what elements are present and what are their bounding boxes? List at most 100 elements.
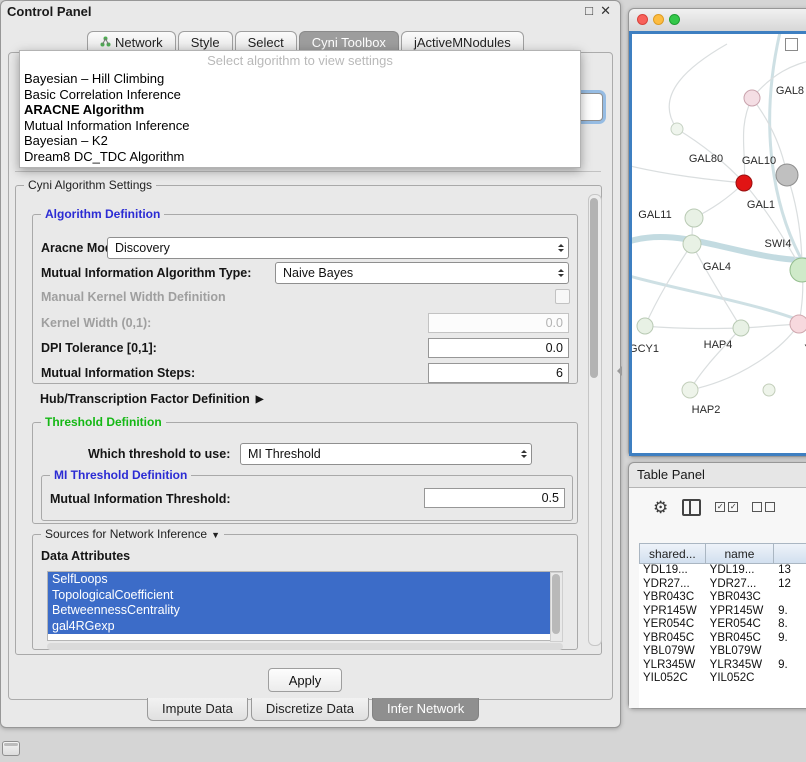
mi-threshold-field[interactable]: 0.5 bbox=[424, 488, 565, 508]
attribute-item[interactable]: gal4RGexp bbox=[48, 619, 553, 635]
collapsed-panel-icon[interactable] bbox=[2, 741, 20, 756]
network-node[interactable] bbox=[733, 320, 749, 336]
which-threshold-label: Which threshold to use: bbox=[88, 447, 230, 461]
aracne-mode-select[interactable]: Discovery bbox=[107, 237, 569, 259]
table-cell[interactable]: 9. bbox=[774, 632, 806, 646]
selected-value: MI Threshold bbox=[248, 447, 321, 461]
column-header-shared-name[interactable]: shared... bbox=[639, 543, 706, 564]
table-row[interactable]: YBL079WYBL079W bbox=[639, 645, 806, 659]
attribute-item[interactable]: TopologicalCoefficient bbox=[48, 588, 553, 604]
network-icon bbox=[100, 35, 111, 50]
algorithm-option[interactable]: Dream8 DC_TDC Algorithm bbox=[20, 149, 580, 165]
control-panel-window: Control Panel □ ✕ Network Style Select C… bbox=[0, 0, 621, 728]
which-threshold-select[interactable]: MI Threshold bbox=[240, 443, 532, 465]
table-cell[interactable]: YBR045C bbox=[706, 632, 774, 646]
scrollbar-thumb[interactable] bbox=[590, 198, 598, 378]
tab-infer-network[interactable]: Infer Network bbox=[372, 698, 479, 721]
table-cell[interactable]: YER054C bbox=[706, 618, 774, 632]
table-cell[interactable]: YBL079W bbox=[706, 645, 774, 659]
table-cell[interactable] bbox=[774, 591, 806, 605]
table-cell[interactable] bbox=[774, 672, 806, 686]
algorithm-option[interactable]: ARACNE Algorithm bbox=[20, 102, 580, 118]
close-icon[interactable]: ✕ bbox=[600, 3, 611, 19]
table-cell[interactable]: YBR043C bbox=[639, 591, 706, 605]
algorithm-option[interactable]: Bayesian – K2 bbox=[20, 133, 580, 149]
table-cell[interactable]: YDL19... bbox=[706, 564, 774, 578]
table-cell[interactable] bbox=[774, 645, 806, 659]
birdseye-view-toggle[interactable] bbox=[785, 38, 798, 51]
table-cell[interactable]: 13 bbox=[774, 564, 806, 578]
network-node[interactable] bbox=[736, 175, 752, 191]
table-row[interactable]: YDL19...YDL19...13 bbox=[639, 564, 806, 578]
column-header-name[interactable]: name bbox=[706, 543, 774, 564]
splitter-handle[interactable] bbox=[612, 366, 622, 376]
hub-transcription-factor-section[interactable]: Hub/Transcription Factor Definition ▶ bbox=[40, 392, 263, 406]
float-window-icon[interactable]: □ bbox=[585, 3, 593, 18]
network-node[interactable] bbox=[671, 123, 683, 135]
table-cell[interactable]: YLR345W bbox=[706, 659, 774, 673]
dpi-tolerance-field[interactable]: 0.0 bbox=[428, 338, 569, 358]
settings-scrollbar[interactable] bbox=[588, 194, 602, 646]
table-cell[interactable]: YPR145W bbox=[706, 605, 774, 619]
table-cell[interactable]: YDR27... bbox=[706, 578, 774, 592]
column-header-cut[interactable] bbox=[774, 543, 806, 564]
table-cell[interactable]: YDR27... bbox=[639, 578, 706, 592]
close-traffic-light[interactable] bbox=[637, 14, 648, 25]
algorithm-option[interactable]: Bayesian – Hill Climbing bbox=[20, 71, 580, 87]
network-node[interactable] bbox=[744, 90, 760, 106]
network-node[interactable] bbox=[683, 235, 701, 253]
table-row[interactable]: YBR045CYBR045C9. bbox=[639, 632, 806, 646]
mi-threshold-definition-group: MI Threshold Definition Mutual Informati… bbox=[41, 475, 573, 521]
minimize-traffic-light[interactable] bbox=[653, 14, 664, 25]
table-cell[interactable]: YBR045C bbox=[639, 632, 706, 646]
network-window-titlebar[interactable] bbox=[629, 9, 806, 32]
mi-algorithm-type-select[interactable]: Naive Bayes bbox=[275, 262, 569, 284]
expanded-arrow-icon: ▼ bbox=[211, 530, 220, 540]
table-cell[interactable]: YER054C bbox=[639, 618, 706, 632]
scrollbar-thumb[interactable] bbox=[552, 574, 560, 634]
table-cell[interactable]: YIL052C bbox=[706, 672, 774, 686]
algorithm-option[interactable]: Basic Correlation Inference bbox=[20, 87, 580, 103]
network-canvas[interactable]: GAL8GAL80GAL10GAL11GAL1SWI4GAL4GCY1HAP4H… bbox=[629, 31, 806, 456]
table-row[interactable]: YBR043CYBR043C bbox=[639, 591, 806, 605]
network-node[interactable] bbox=[682, 382, 698, 398]
network-node[interactable] bbox=[637, 318, 653, 334]
data-attributes-list[interactable]: SelfLoopsTopologicalCoefficientBetweenne… bbox=[47, 571, 563, 641]
list-horizontal-scrollbar[interactable] bbox=[47, 643, 563, 650]
attribute-item[interactable]: BetweennessCentrality bbox=[48, 603, 553, 619]
select-all-columns-icon[interactable]: ✓✓ bbox=[715, 502, 738, 512]
table-cell[interactable]: 12 bbox=[774, 578, 806, 592]
table-row[interactable]: YDR27...YDR27...12 bbox=[639, 578, 806, 592]
network-node[interactable] bbox=[776, 164, 798, 186]
table-row[interactable]: YPR145WYPR145W9. bbox=[639, 605, 806, 619]
table-row[interactable]: YLR345WYLR345W9. bbox=[639, 659, 806, 673]
algorithm-option[interactable]: Mutual Information Inference bbox=[20, 118, 580, 134]
table-row[interactable]: YER054CYER054C8. bbox=[639, 618, 806, 632]
network-node[interactable] bbox=[685, 209, 703, 227]
table-cell[interactable]: 9. bbox=[774, 605, 806, 619]
table-cell[interactable]: YLR345W bbox=[639, 659, 706, 673]
table-cell[interactable]: YDL19... bbox=[639, 564, 706, 578]
node-label: HAP4 bbox=[704, 339, 733, 351]
network-node[interactable] bbox=[790, 315, 806, 333]
table-cell[interactable]: YBL079W bbox=[639, 645, 706, 659]
table-cell[interactable]: YPR145W bbox=[639, 605, 706, 619]
tab-label: Network bbox=[115, 35, 163, 50]
table-cell[interactable]: 9. bbox=[774, 659, 806, 673]
deselect-all-columns-icon[interactable] bbox=[752, 502, 775, 512]
list-scrollbar[interactable] bbox=[550, 572, 563, 642]
attribute-item[interactable]: SelfLoops bbox=[48, 572, 553, 588]
table-cell[interactable]: YBR043C bbox=[706, 591, 774, 605]
gear-icon[interactable]: ⚙ bbox=[653, 499, 668, 516]
table-cell[interactable]: 8. bbox=[774, 618, 806, 632]
tab-impute-data[interactable]: Impute Data bbox=[147, 698, 248, 721]
group-title[interactable]: Sources for Network Inference▼ bbox=[41, 527, 224, 541]
table-row[interactable]: YIL052CYIL052C bbox=[639, 672, 806, 686]
zoom-traffic-light[interactable] bbox=[669, 14, 680, 25]
tab-discretize-data[interactable]: Discretize Data bbox=[251, 698, 369, 721]
apply-button[interactable]: Apply bbox=[268, 668, 342, 692]
table-cell[interactable]: YIL052C bbox=[639, 672, 706, 686]
column-selector-icon[interactable] bbox=[682, 499, 701, 516]
mi-steps-field[interactable]: 6 bbox=[428, 363, 569, 383]
network-node[interactable] bbox=[763, 384, 775, 396]
